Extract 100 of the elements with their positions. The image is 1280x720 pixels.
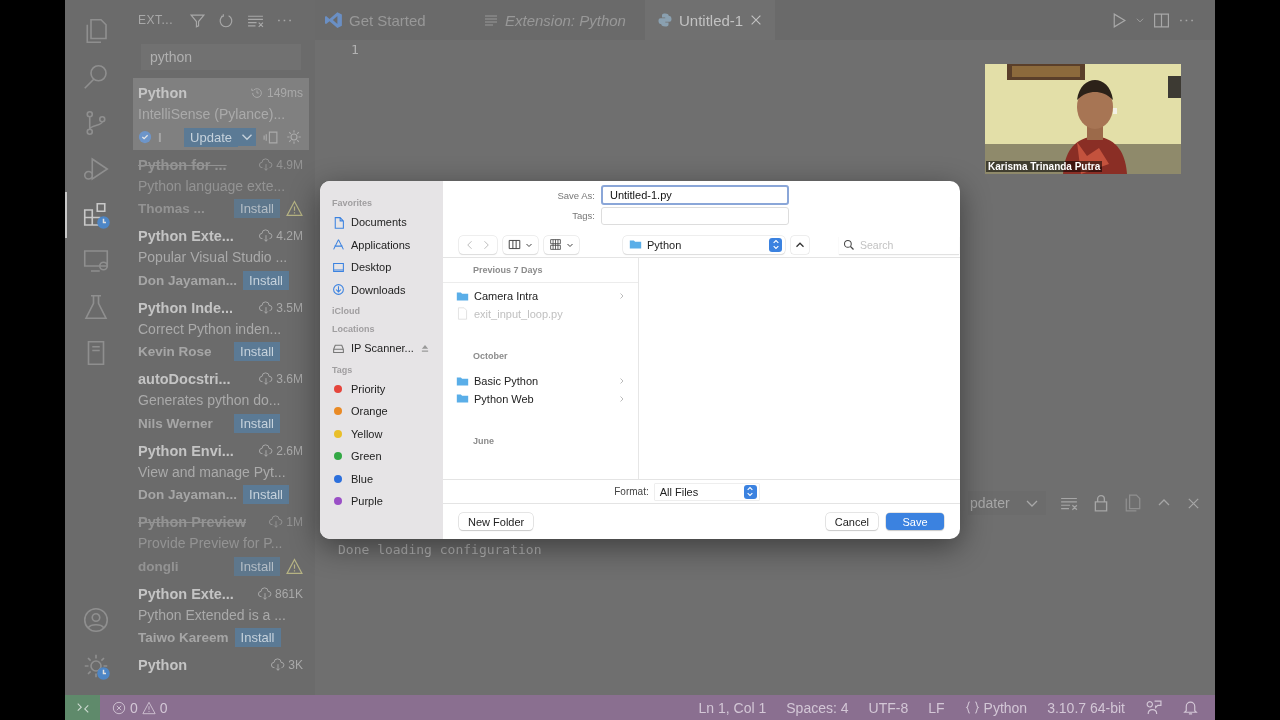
search-icon	[843, 238, 855, 251]
eject-icon[interactable]	[419, 343, 430, 354]
extension-name: Python Exte...	[138, 585, 234, 602]
account-icon[interactable]	[81, 605, 111, 635]
search-field[interactable]: python	[141, 44, 301, 70]
filename-field[interactable]: Untitled-1.py	[601, 185, 789, 206]
sidebar-heading: Tags	[332, 363, 354, 377]
sidebar-item[interactable]: Priority	[332, 377, 443, 400]
folder-icon	[456, 289, 469, 303]
extension-name: Python	[138, 85, 188, 101]
stepper-icon	[769, 237, 782, 252]
bell-icon[interactable]	[1182, 699, 1199, 716]
settings-icon[interactable]	[285, 128, 303, 146]
folder-icon	[456, 374, 469, 388]
folder-icon	[629, 238, 642, 252]
cloud-download-icon	[269, 515, 284, 529]
caret-icon[interactable]	[1135, 15, 1145, 25]
status-item[interactable]: UTF-8	[858, 699, 919, 716]
field-label: Save As:	[556, 189, 595, 201]
extensions-icon[interactable]	[81, 200, 111, 230]
group-heading: October	[472, 350, 509, 364]
group-heading: June	[472, 435, 495, 449]
install-button[interactable]: Install	[234, 413, 280, 433]
extension-item[interactable]: Python Exte... 861K Python Extended is a ... Taiwo Kareem Install	[133, 578, 309, 650]
extension-item[interactable]: Python Envi... 2.6M View and manage Pyt... Don Jayaman... Install	[133, 435, 309, 507]
stepper-icon	[743, 484, 757, 499]
sidebar-item[interactable]: Downloads	[332, 278, 443, 301]
extension-name: autoDocstri...	[138, 371, 231, 387]
cloud-download-icon	[257, 586, 272, 601]
extension-name: Python Inde...	[138, 299, 234, 316]
sidebar-item[interactable]: IP Scanner...	[332, 337, 443, 360]
status-item[interactable]: 3.10.7 64-bit	[1037, 699, 1135, 716]
format-popup[interactable]: All Files	[654, 483, 759, 500]
status-item[interactable]: Spaces: 4	[776, 699, 859, 716]
caret-icon[interactable]	[238, 128, 256, 146]
file-icon	[456, 307, 469, 321]
sidebar-item[interactable]: Desktop	[332, 256, 443, 279]
grid-icon	[549, 238, 562, 252]
extension-description: Popular Visual Studio ...	[138, 248, 289, 267]
output-text: Done loading configuration	[338, 542, 542, 557]
install-button[interactable]: Install	[234, 199, 280, 218]
sidebar-item[interactable]: Orange	[332, 400, 443, 423]
sidebar-item[interactable]: Documents	[332, 211, 443, 234]
field-label: Format:	[614, 486, 649, 498]
cloud-download-icon	[259, 443, 274, 458]
extension-description: View and manage Pyt...	[138, 462, 287, 482]
sidebar-item[interactable]: Blue	[332, 467, 443, 490]
sidebar-item[interactable]: Purple	[332, 490, 443, 513]
split-editor-icon[interactable]	[1153, 11, 1170, 29]
search-field[interactable]: Search	[839, 235, 959, 254]
sidebar-item[interactable]: Yellow	[332, 422, 443, 445]
chevron-right-icon	[618, 292, 626, 301]
extension-count: 4.2M	[276, 229, 303, 243]
group-heading: Previous 7 Days	[443, 258, 638, 284]
columns-icon	[508, 238, 521, 252]
extension-publisher: Don Jayaman...	[138, 487, 238, 502]
extension-count: 861K	[274, 586, 303, 601]
file-item[interactable]: Python Web	[443, 389, 638, 408]
warning-icon	[141, 700, 156, 715]
extension-name: Python Exte...	[138, 228, 234, 244]
cancel-button[interactable]: Cancel	[825, 513, 878, 531]
install-button[interactable]: Install	[234, 628, 281, 647]
copy-icon[interactable]	[1124, 494, 1142, 512]
extension-description: Generates python do...	[138, 391, 282, 410]
location-popup[interactable]: Python	[623, 235, 785, 254]
cloud-download-icon	[259, 300, 274, 315]
problems-status[interactable]: 0 0	[100, 699, 178, 716]
sidebar-item[interactable]: Applications	[332, 233, 443, 256]
status-item[interactable]: LF	[918, 699, 955, 716]
tab-active[interactable]: Untitled-1	[645, 0, 776, 40]
desktop-icon	[332, 260, 345, 274]
save-button[interactable]: Save	[886, 513, 944, 531]
lock-icon[interactable]	[1092, 494, 1110, 512]
install-button[interactable]: Install	[243, 270, 289, 290]
install-button[interactable]: Install	[243, 485, 289, 504]
extension-item[interactable]: autoDocstri... 3.6M Generates python do... Nils Werner Install	[133, 364, 309, 436]
install-button[interactable]: Install	[234, 342, 280, 361]
line-number: 1	[351, 42, 360, 57]
tags-field[interactable]	[601, 206, 789, 225]
language-status[interactable]: Python	[954, 699, 1038, 716]
extension-count: 3K	[288, 658, 303, 672]
feedback-icon[interactable]	[1145, 699, 1162, 716]
extension-item[interactable]: Python Exte... 4.2M Popular Visual Studio ... Don Jayaman... Install	[133, 221, 309, 293]
update-button[interactable]: Update	[184, 127, 238, 147]
new-folder-button[interactable]: New Folder	[459, 513, 534, 531]
extension-item[interactable]: Python Inde... 3.5M Correct Python inden... Kevin Rose Install	[133, 292, 309, 364]
status-item[interactable]: Ln 1, Col 1	[688, 699, 777, 716]
cloud-download-icon	[259, 229, 274, 243]
remote-icon[interactable]	[75, 700, 90, 715]
file-item[interactable]: Camera Intra	[443, 287, 638, 305]
install-button[interactable]: Install	[234, 556, 280, 576]
extension-publisher: Nils Werner	[138, 415, 214, 431]
file-item[interactable]: Basic Python	[443, 372, 638, 390]
error-icon	[112, 700, 126, 715]
field-label: Tags:	[571, 210, 595, 222]
extension-item[interactable]: Python 3K	[133, 650, 309, 695]
extension-publisher: Taiwo Kareem	[138, 630, 229, 645]
sidebar-item[interactable]: Green	[332, 445, 443, 468]
cloud-download-icon	[271, 658, 286, 672]
refresh-icon[interactable]	[218, 11, 235, 29]
